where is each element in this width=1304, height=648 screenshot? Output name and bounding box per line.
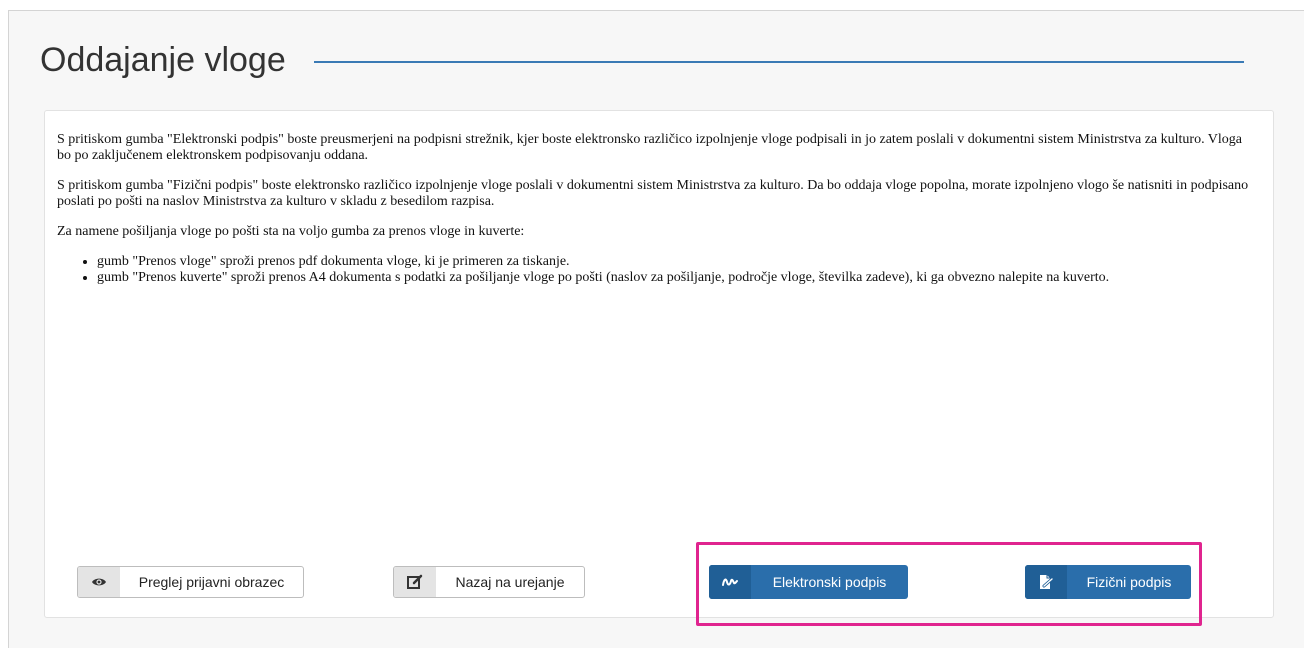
physical-sign-label: Fizični podpis: [1086, 574, 1172, 590]
instructions-paragraph-physical: S pritiskom gumba "Fizični podpis" boste…: [57, 178, 1249, 209]
bullet-prenos-vloge: gumb "Prenos vloge" sproži prenos pdf do…: [97, 254, 1257, 270]
instructions-text: S pritiskom gumba "Elektronski podpis" b…: [57, 132, 1257, 286]
title-divider: [313, 61, 1244, 63]
content-panel: S pritiskom gumba "Elektronski podpis" b…: [44, 110, 1274, 618]
sign-document-icon: [1025, 565, 1067, 599]
edit-icon: [394, 567, 436, 597]
preview-form-button[interactable]: Preglej prijavni obrazec: [77, 566, 304, 598]
instructions-paragraph-electronic: S pritiskom gumba "Elektronski podpis" b…: [57, 132, 1243, 163]
electronic-sign-button[interactable]: Elektronski podpis: [709, 565, 908, 599]
electronic-sign-label: Elektronski podpis: [772, 574, 887, 590]
page-title: Oddajanje vloge: [40, 40, 286, 79]
instructions-bullet-list: gumb "Prenos vloge" sproži prenos pdf do…: [57, 254, 1257, 286]
bullet-prenos-kuverte: gumb "Prenos kuverte" sproži prenos A4 d…: [97, 270, 1257, 286]
back-to-edit-button[interactable]: Nazaj na urejanje: [393, 566, 585, 598]
physical-sign-button[interactable]: Fizični podpis: [1025, 565, 1191, 599]
instructions-paragraph-mail: Za namene pošiljanja vloge po pošti sta …: [57, 224, 525, 239]
preview-form-label: Preglej prijavni obrazec: [138, 574, 285, 590]
back-to-edit-label: Nazaj na urejanje: [455, 574, 565, 590]
page-header: Oddajanje vloge: [40, 36, 1244, 84]
eye-icon: [78, 567, 120, 597]
signature-icon: [709, 565, 751, 599]
